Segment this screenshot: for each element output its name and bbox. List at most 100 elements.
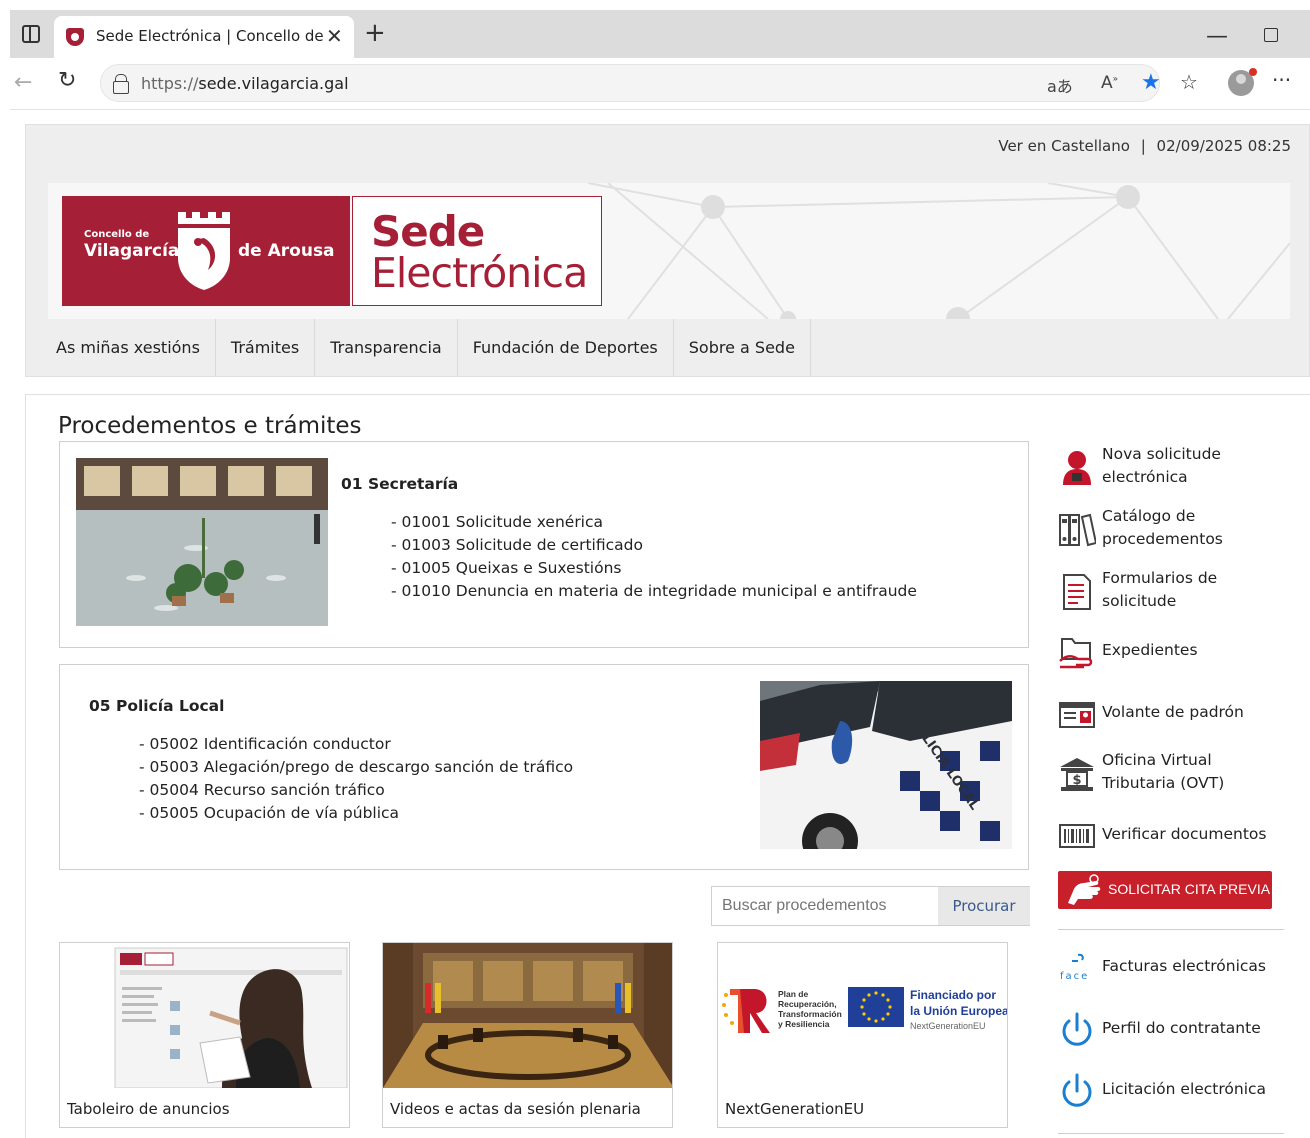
sidebar-item-label: Formularios de solicitude [1102, 569, 1218, 610]
procedure-list: - 01001 Solicitude xenérica - 01003 Soli… [391, 511, 917, 603]
card-label: Taboleiro de anuncios [67, 1100, 230, 1118]
svg-text:Financiado por: Financiado por [910, 988, 996, 1002]
procedure-group-title[interactable]: 01 Secretaría [341, 475, 458, 493]
solicitar-cita-previa-button[interactable]: SOLICITAR CITA PREVIA [1058, 871, 1272, 909]
sidebar-item-label: Facturas electrónicas [1102, 957, 1267, 975]
procedure-link[interactable]: - 05003 Alegación/prego de descargo sanc… [139, 756, 573, 779]
svg-text:Recuperación,: Recuperación, [778, 999, 837, 1009]
sidebar-item-licitacion[interactable]: Licitación electrónica [1058, 1066, 1284, 1116]
procedure-search: Procurar [711, 886, 1030, 926]
more-menu-icon[interactable]: ··· [1272, 68, 1291, 92]
sidebar-item-label: Oficina Virtual Tributaria (OVT) [1102, 751, 1225, 792]
maximize-window-icon[interactable] [1264, 28, 1278, 42]
sidebar-item-nova-solicitude[interactable]: Nova solicitude electrónica [1058, 443, 1284, 493]
lock-icon[interactable] [113, 74, 129, 94]
sidebar-item-formularios[interactable]: Formularios de solicitude [1058, 567, 1284, 617]
translate-icon[interactable]: aあ [1047, 73, 1073, 97]
search-button[interactable]: Procurar [938, 887, 1030, 925]
id-card-icon [1059, 702, 1095, 728]
read-aloud-icon[interactable]: A» [1101, 73, 1118, 93]
person-icon [1063, 451, 1091, 485]
bank-icon: $ [1060, 758, 1094, 791]
form-icon [1063, 574, 1091, 610]
svg-text:face: face [1060, 971, 1089, 982]
sidebar-item-expedientes[interactable]: Expedientes [1058, 627, 1284, 677]
main-content: Procedementos e trámites 01 Secretaría -… [25, 394, 1310, 1138]
sidebar-item-label: Volante de padrón [1102, 703, 1244, 721]
pointing-hand-icon [1068, 874, 1101, 905]
sidebar-item-verificar[interactable]: Verificar documentos [1058, 811, 1284, 861]
procedure-link[interactable]: - 01003 Solicitude de certificado [391, 534, 917, 557]
procedure-link[interactable]: - 01005 Queixas e Suxestións [391, 557, 917, 580]
reload-icon[interactable]: ↻ [58, 68, 76, 93]
sidebar-item-label: Verificar documentos [1102, 825, 1267, 843]
logo-vilagarcia-text: Vilagarcía [84, 241, 180, 261]
procedure-group-title[interactable]: 05 Policía Local [89, 697, 224, 715]
minimize-window-icon[interactable]: — [1206, 24, 1228, 49]
address-bar[interactable]: https://sede.vilagarcia.gal aあ A» ★ [100, 64, 1161, 102]
sidebar-item-catalogo[interactable]: Catálogo de procedementos [1058, 505, 1284, 555]
sidebar-item-label: Catálogo de procedementos [1102, 507, 1223, 548]
topline-separator: | [1140, 137, 1146, 155]
nav-item-tramites[interactable]: Trámites [216, 319, 316, 377]
site-header: Ver en Castellano | 02/09/2025 08:25 Con… [25, 124, 1310, 377]
card-taboleiro-anuncios[interactable]: Taboleiro de anuncios [59, 942, 350, 1128]
browser-tab-bar: Sede Electrónica | Concello de Vilagarcí… [10, 10, 1310, 58]
sidebar-item-label: Perfil do contratante [1102, 1019, 1261, 1037]
procedure-list: - 05002 Identificación conductor - 05003… [139, 733, 573, 825]
procedure-link[interactable]: - 05005 Ocupación de vía pública [139, 802, 573, 825]
close-tab-icon[interactable]: ✕ [326, 24, 343, 48]
sidebar-divider [1058, 929, 1284, 930]
language-link[interactable]: Ver en Castellano [998, 137, 1130, 155]
sidebar-item-ovt[interactable]: $ Oficina Virtual Tributaria (OVT) [1058, 749, 1284, 799]
nav-item-mis-gestiones[interactable]: As miñas xestións [26, 319, 216, 377]
profile-avatar[interactable] [1228, 68, 1257, 96]
card-label: Videos e actas da sesión plenaria [390, 1100, 641, 1118]
search-procedures-input[interactable] [712, 887, 938, 925]
browser-tab[interactable]: Sede Electrónica | Concello de Vilagarcí… [54, 16, 354, 58]
sidebar-item-perfil-contratante[interactable]: Perfil do contratante [1058, 1005, 1284, 1055]
notice-board-image [60, 943, 349, 1088]
favorite-star-icon[interactable]: ★ [1141, 70, 1161, 95]
police-car-photo: POLICIA LOCAL [760, 681, 1012, 849]
svg-text:NextGenerationEU: NextGenerationEU [910, 1021, 986, 1031]
procedure-link[interactable]: - 05004 Recurso sanción tráfico [139, 779, 573, 802]
procedure-link[interactable]: - 05002 Identificación conductor [139, 733, 573, 756]
back-arrow-icon[interactable]: ← [14, 70, 32, 95]
tab-actions-icon[interactable] [22, 25, 40, 43]
nav-item-transparencia[interactable]: Transparencia [315, 319, 458, 377]
url-text[interactable]: https://sede.vilagarcia.gal [141, 74, 349, 93]
procedure-link[interactable]: - 01001 Solicitude xenérica [391, 511, 917, 534]
sidebar-divider [1058, 1133, 1284, 1134]
browser-toolbar: ← ↻ https://sede.vilagarcia.gal aあ A» ★ … [10, 58, 1310, 110]
power-icon [1062, 1073, 1092, 1107]
card-videos-actas[interactable]: Videos e actas da sesión plenaria [382, 942, 673, 1128]
new-tab-icon[interactable]: + [364, 20, 386, 46]
svg-text:Plan de: Plan de [778, 989, 809, 999]
web-page: Ver en Castellano | 02/09/2025 08:25 Con… [25, 124, 1310, 1138]
sede-electronica-logo[interactable]: Sede Electrónica [352, 196, 602, 306]
sidebar-item-label: Licitación electrónica [1102, 1080, 1267, 1098]
nav-item-fundacion-deportes[interactable]: Fundación de Deportes [458, 319, 674, 377]
favorites-list-icon[interactable]: ☆ [1180, 70, 1198, 94]
procedure-link[interactable]: - 01010 Denuncia en materia de integrida… [391, 580, 917, 603]
cita-previa-label: SOLICITAR CITA PREVIA [1108, 881, 1271, 897]
logo-concello-text: Concello de [84, 229, 150, 240]
svg-text:la Unión Europea: la Unión Europea [910, 1004, 1007, 1018]
town-hall-atrium-photo [76, 458, 328, 626]
current-datetime: 02/09/2025 08:25 [1156, 137, 1291, 155]
power-icon [1062, 1012, 1092, 1046]
concello-logo[interactable]: Concello de Vilagarcía de Arousa [62, 196, 350, 306]
sidebar-item-label: Expedientes [1102, 641, 1198, 659]
svg-text:$: $ [1072, 773, 1081, 788]
barcode-icon [1059, 824, 1095, 848]
binders-icon [1059, 513, 1096, 547]
nav-item-sobre-sede[interactable]: Sobre a Sede [674, 319, 811, 377]
header-topline: Ver en Castellano | 02/09/2025 08:25 [998, 137, 1291, 155]
sidebar-item-volante-padron[interactable]: Volante de padrón [1058, 689, 1284, 739]
sede-logo-line2: Electrónica [371, 249, 588, 297]
eu-funding-logo: Plan de Recuperación, Transformación y R… [718, 943, 1007, 1088]
site-favicon-icon [66, 28, 84, 46]
card-next-generation-eu[interactable]: Plan de Recuperación, Transformación y R… [717, 942, 1008, 1128]
sidebar-item-facturas[interactable]: face Facturas electrónicas [1058, 943, 1284, 993]
